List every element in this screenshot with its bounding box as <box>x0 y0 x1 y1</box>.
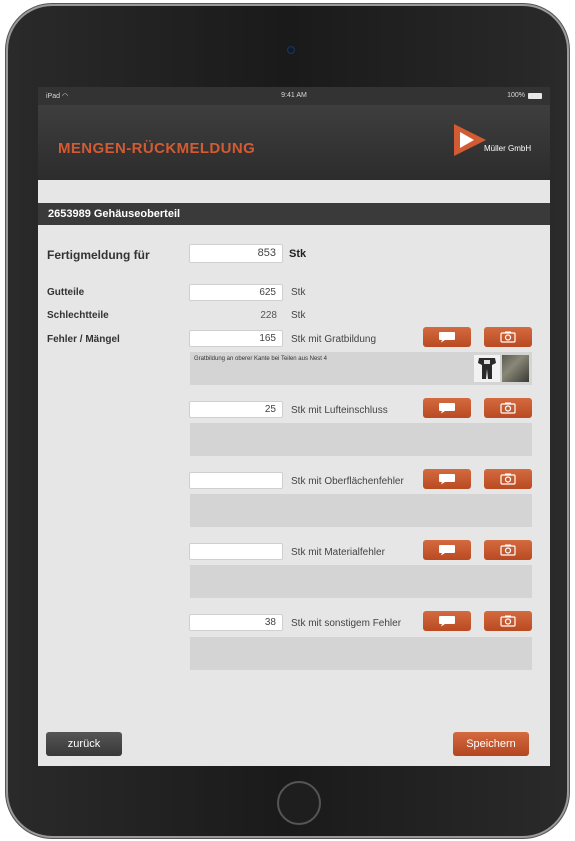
speech-bubble-icon <box>439 474 455 485</box>
defect-label: Stk mit sonstigem Fehler <box>291 618 402 629</box>
defect-quantity-field[interactable] <box>189 472 283 489</box>
camera-icon <box>500 615 516 627</box>
defect-photo-thumbnail[interactable] <box>474 355 500 382</box>
speech-bubble-icon <box>439 545 455 556</box>
defect-label: Stk mit Lufteinschluss <box>291 405 388 416</box>
completion-unit: Stk <box>289 248 307 260</box>
defect-note-text: Gratbildung an oberer Kante bei Teilen a… <box>194 356 327 362</box>
save-button[interactable]: Speichern <box>453 732 529 756</box>
battery-indicator: 100% <box>507 92 542 99</box>
add-photo-button[interactable] <box>484 611 532 631</box>
defect-note[interactable] <box>190 637 532 670</box>
order-title: 2653989 Gehäuseoberteil <box>48 208 181 220</box>
defect-note[interactable]: Gratbildung an oberer Kante bei Teilen a… <box>190 352 532 385</box>
speech-bubble-icon <box>439 332 455 343</box>
clock: 9:41 AM <box>281 92 307 99</box>
defect-note[interactable] <box>190 565 532 598</box>
defect-quantity-field[interactable] <box>189 543 283 560</box>
camera-icon <box>500 331 516 343</box>
bad-parts-unit: Stk <box>291 310 306 321</box>
defect-note[interactable] <box>190 423 532 456</box>
defect-quantity-field[interactable]: 165 <box>189 330 283 347</box>
defect-label: Stk mit Gratbildung <box>291 334 377 345</box>
defect-label: Stk mit Materialfehler <box>291 547 385 558</box>
page-title: MENGEN-RÜCKMELDUNG <box>58 140 256 157</box>
add-photo-button[interactable] <box>484 327 532 347</box>
camera-icon <box>500 473 516 485</box>
add-comment-button[interactable] <box>423 327 471 347</box>
defect-quantity-field[interactable]: 25 <box>189 401 283 418</box>
defect-photo-thumbnail[interactable] <box>502 355 529 382</box>
defect-note[interactable] <box>190 494 532 527</box>
speech-bubble-icon <box>439 616 455 627</box>
good-parts-label: Gutteile <box>47 287 85 298</box>
bad-parts-value: 228 <box>260 310 277 321</box>
part-image-icon <box>478 358 496 379</box>
camera-icon <box>500 544 516 556</box>
defects-label: Fehler / Mängel <box>47 334 120 345</box>
battery-percent: 100% <box>507 92 525 99</box>
add-comment-button[interactable] <box>423 611 471 631</box>
status-bar: iPad ◠ 9:41 AM 100% <box>38 87 550 105</box>
battery-icon <box>528 92 542 99</box>
camera-icon <box>500 402 516 414</box>
home-button[interactable] <box>277 781 321 825</box>
speech-bubble-icon <box>439 403 455 414</box>
app-header: MENGEN-RÜCKMELDUNG Müller GmbH <box>38 105 550 180</box>
app-screen: iPad ◠ 9:41 AM 100% MENGEN-RÜCKMELDUNG M… <box>38 87 550 766</box>
good-parts-unit: Stk <box>291 287 306 298</box>
add-comment-button[interactable] <box>423 540 471 560</box>
bad-parts-label: Schlechtteile <box>47 310 109 321</box>
completion-label: Fertigmeldung für <box>47 248 150 262</box>
add-photo-button[interactable] <box>484 469 532 489</box>
defect-quantity-field[interactable]: 38 <box>189 614 283 631</box>
defect-label: Stk mit Oberflächenfehler <box>291 476 404 487</box>
add-photo-button[interactable] <box>484 398 532 418</box>
add-comment-button[interactable] <box>423 398 471 418</box>
completion-quantity-field[interactable]: 853 <box>189 244 283 263</box>
add-comment-button[interactable] <box>423 469 471 489</box>
add-photo-button[interactable] <box>484 540 532 560</box>
order-bar: 2653989 Gehäuseoberteil <box>38 203 550 225</box>
front-camera <box>287 46 295 54</box>
back-button[interactable]: zurück <box>46 732 122 756</box>
company-name: Müller GmbH <box>484 144 532 153</box>
good-parts-field[interactable]: 625 <box>189 284 283 301</box>
